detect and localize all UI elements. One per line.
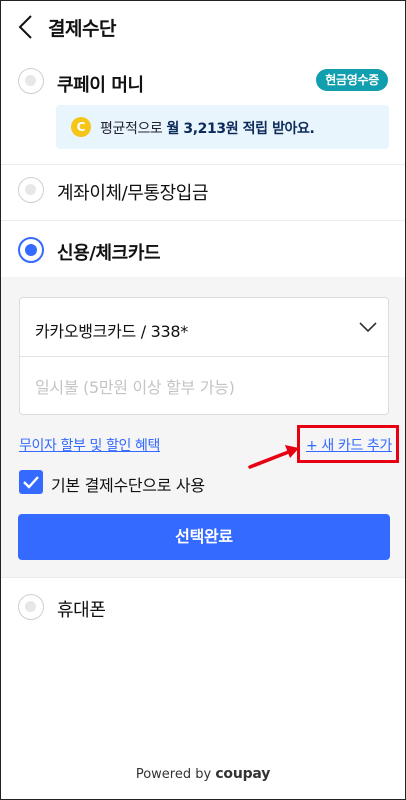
payment-method-screen: 결제수단 쿠페이 머니 현금영수증 C 평균적으로 월 3,213원 적립 받아… bbox=[0, 0, 406, 800]
promo-highlight: 월 3,213원 적립 받아요. bbox=[166, 121, 315, 137]
radio-phone[interactable] bbox=[18, 594, 44, 620]
radio-credit-card[interactable] bbox=[18, 237, 44, 263]
installment-select[interactable]: 일시불 (5만원 이상 할부 가능) bbox=[20, 356, 388, 414]
annotation-arrow-icon bbox=[248, 445, 299, 469]
coupay-promo-box: C 평균적으로 월 3,213원 적립 받아요. bbox=[56, 105, 389, 149]
add-new-card-link[interactable]: + 새 카드 추가 bbox=[306, 435, 392, 455]
coupay-logo: coupay bbox=[215, 766, 271, 782]
radio-coupay-money[interactable] bbox=[18, 68, 44, 94]
option-bank-transfer-label[interactable]: 계좌이체/무통장입금 bbox=[57, 179, 209, 205]
promo-prefix: 평균적으로 bbox=[100, 121, 167, 137]
page-title: 결제수단 bbox=[48, 18, 116, 40]
option-phone-label[interactable]: 휴대폰 bbox=[57, 596, 106, 622]
coupay-promo-text: 평균적으로 월 3,213원 적립 받아요. bbox=[100, 118, 315, 138]
default-payment-checkbox[interactable] bbox=[19, 470, 43, 494]
chevron-down-icon bbox=[359, 322, 377, 333]
card-select-dropdown[interactable]: 카카오뱅크카드 / 338* bbox=[20, 298, 388, 357]
powered-by-footer: Powered by coupay bbox=[1, 766, 405, 782]
coupay-coin-icon: C bbox=[71, 117, 91, 137]
option-credit-card-label[interactable]: 신용/체크카드 bbox=[57, 239, 161, 265]
header: 결제수단 bbox=[1, 1, 405, 53]
option-coupay-money-label[interactable]: 쿠페이 머니 bbox=[57, 71, 144, 97]
checkmark-icon bbox=[23, 476, 39, 489]
divider bbox=[1, 164, 405, 165]
cash-receipt-badge: 현금영수증 bbox=[316, 69, 388, 91]
card-select-value: 카카오뱅크카드 / 338* bbox=[35, 322, 188, 341]
back-arrow-icon[interactable] bbox=[15, 13, 37, 41]
installment-placeholder: 일시불 (5만원 이상 할부 가능) bbox=[35, 378, 235, 397]
divider bbox=[1, 577, 405, 578]
default-payment-label[interactable]: 기본 결제수단으로 사용 bbox=[51, 472, 205, 496]
radio-bank-transfer[interactable] bbox=[18, 177, 44, 203]
powered-by-text: Powered by bbox=[135, 767, 212, 782]
divider bbox=[1, 220, 405, 221]
confirm-selection-button[interactable]: 선택완료 bbox=[18, 514, 390, 560]
card-select-box: 카카오뱅크카드 / 338* 일시불 (5만원 이상 할부 가능) bbox=[19, 297, 389, 415]
benefits-link[interactable]: 무이자 할부 및 할인 혜택 bbox=[19, 435, 160, 455]
